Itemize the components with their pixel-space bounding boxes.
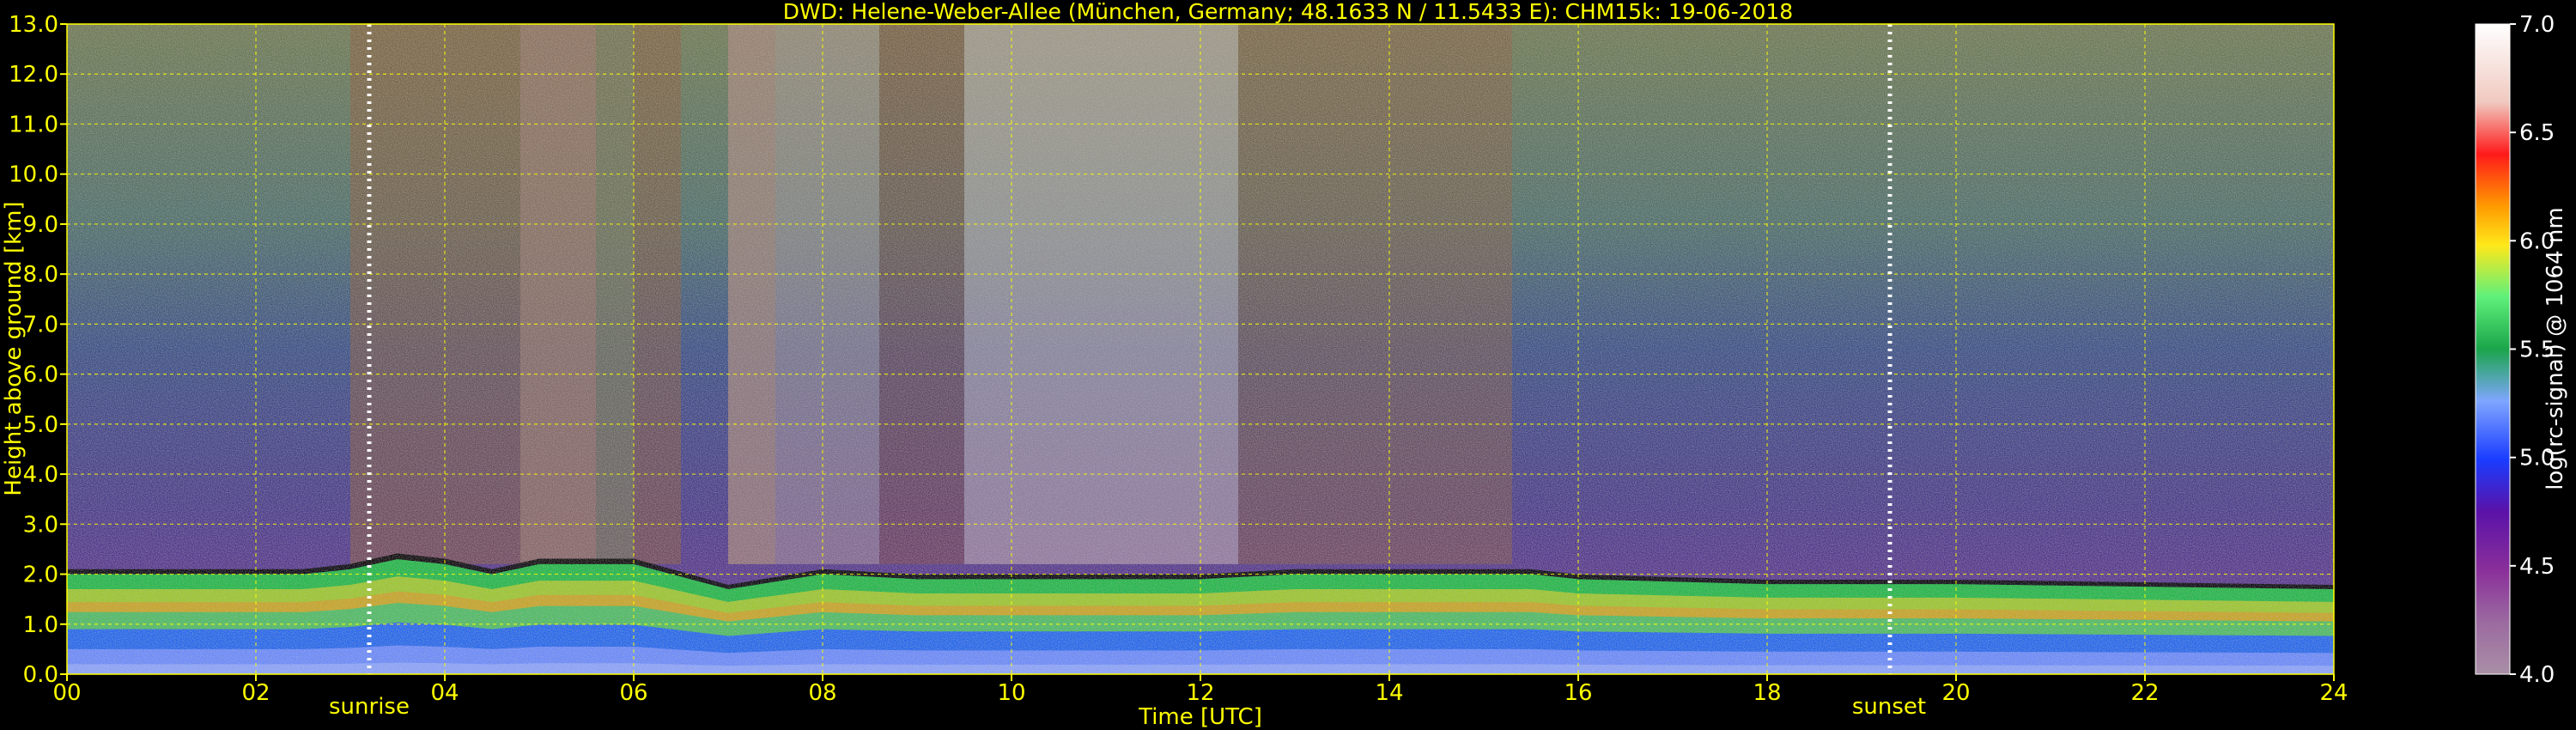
x-tick-label: 04 xyxy=(430,680,459,706)
y-tick-label: 7.0 xyxy=(23,312,58,338)
y-tick-label: 4.0 xyxy=(23,462,58,488)
colorbar-label: log(rc-signal) @ 1064 nm xyxy=(2543,207,2568,490)
x-tick-label: 12 xyxy=(1186,680,1214,706)
y-tick-label: 6.0 xyxy=(23,362,58,388)
x-tick-label: 14 xyxy=(1375,680,1403,706)
x-tick-label: 18 xyxy=(1753,680,1781,706)
x-tick-label: 24 xyxy=(2319,680,2348,706)
y-axis-label: Height above ground [km] xyxy=(1,201,27,496)
colorbar-tick-label: 7.0 xyxy=(2519,12,2555,38)
y-tick-label: 12.0 xyxy=(9,62,58,88)
colorbar-tick-label: 6.5 xyxy=(2519,120,2555,146)
x-tick-label: 10 xyxy=(997,680,1025,706)
x-tick-label: 20 xyxy=(1941,680,1970,706)
colorbar: 4.04.55.05.56.06.57.0 log(rc-signal) @ 1… xyxy=(2475,12,2568,688)
y-tick-label: 2.0 xyxy=(23,563,58,588)
lidar-ceilometer-chart: 00 02 04 06 08 10 12 14 16 18 20 22 24 0.01.02.03.04… xyxy=(1,0,2568,730)
y-tick-label: 1.0 xyxy=(23,612,58,638)
colorbar-tick-label: 4.5 xyxy=(2519,554,2555,580)
x-tick-label: 22 xyxy=(2130,680,2159,706)
y-tick-label: 5.0 xyxy=(23,412,58,438)
y-tick-label: 13.0 xyxy=(9,12,58,38)
y-tick-label: 8.0 xyxy=(23,262,58,288)
sunrise-label: sunrise xyxy=(329,694,410,720)
y-tick-label: 0.0 xyxy=(23,662,58,688)
y-tick-label: 10.0 xyxy=(9,162,58,188)
y-tick-label: 9.0 xyxy=(23,212,58,238)
x-axis-label: Time [UTC] xyxy=(1138,704,1262,730)
y-tick-label: 3.0 xyxy=(23,512,58,538)
chart-title: DWD: Helene-Weber-Allee (München, German… xyxy=(783,0,1793,24)
sunset-label: sunset xyxy=(1852,694,1926,720)
x-tick-label: 16 xyxy=(1564,680,1592,706)
x-tick-label: 06 xyxy=(619,680,647,706)
x-tick-label: 08 xyxy=(808,680,836,706)
colorbar-tick-label: 4.0 xyxy=(2519,662,2555,688)
y-tick-label: 11.0 xyxy=(9,112,58,137)
x-tick-label: 02 xyxy=(241,680,270,706)
